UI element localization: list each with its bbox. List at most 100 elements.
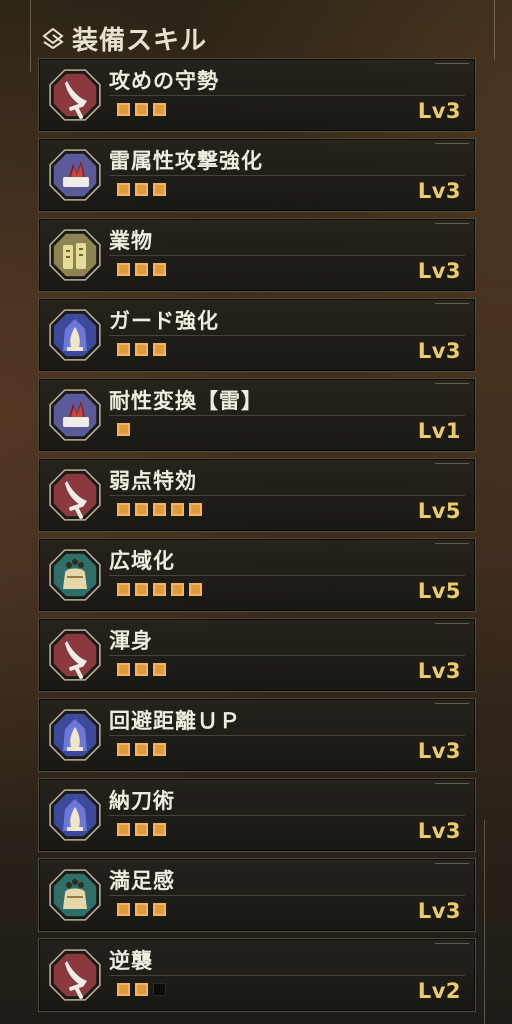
frame-line-right [494,0,495,60]
level-pip-filled [135,743,148,756]
row-frame-decoration [435,303,469,312]
level-pip-filled [135,343,148,356]
item-bag-icon [49,869,101,921]
skill-level-label: Lv1 [417,419,461,443]
skill-level-pips [117,183,166,196]
row-frame-decoration [435,143,469,152]
skill-row[interactable]: ガード強化 Lv3 [38,298,476,372]
level-pip-filled [153,903,166,916]
skill-level-label: Lv5 [417,579,461,603]
level-pip-filled [117,183,130,196]
level-pip-filled [117,343,130,356]
level-pip-filled [135,983,148,996]
skill-level-label: Lv5 [417,499,461,523]
skill-name: 満足感 [109,869,175,893]
skill-level-label: Lv3 [417,99,461,123]
skill-level-label: Lv3 [417,179,461,203]
skill-level-label: Lv2 [417,979,461,1003]
skill-level-label: Lv3 [417,659,461,683]
skill-level-pips [117,503,202,516]
level-pip-filled [153,663,166,676]
guard-icon [49,789,101,841]
level-pip-filled [189,583,202,596]
skill-level-label: Lv3 [417,819,461,843]
skill-name: 攻めの守勢 [109,69,219,93]
level-pip-filled [117,823,130,836]
skill-row[interactable]: 渾身 Lv3 [38,618,476,692]
skill-name: 雷属性攻撃強化 [109,149,263,173]
level-pip-filled [171,503,184,516]
level-pip-filled [117,423,130,436]
level-pip-filled [135,183,148,196]
level-pip-filled [153,183,166,196]
skill-name: 耐性変換【雷】 [109,389,263,413]
level-pip-empty [153,983,166,996]
skill-name: ガード強化 [109,309,219,333]
level-pip-filled [135,823,148,836]
panel-title: 装備スキル [72,25,208,56]
level-pip-filled [117,503,130,516]
skill-row[interactable]: 耐性変換【雷】 Lv1 [38,378,476,452]
skill-row[interactable]: 逆襲 Lv2 [38,938,476,1012]
skill-name: 弱点特効 [109,469,197,493]
level-pip-filled [153,343,166,356]
skill-level-pips [117,423,130,436]
skill-level-pips [117,663,166,676]
level-pip-filled [153,503,166,516]
row-frame-decoration [435,383,469,392]
row-frame-decoration [435,943,469,952]
level-pip-filled [135,503,148,516]
skill-row[interactable]: 弱点特効 Lv5 [38,458,476,532]
thunder-element-icon [49,389,101,441]
skill-row[interactable]: 業物 Lv3 [38,218,476,292]
row-frame-decoration [435,543,469,552]
skill-level-label: Lv3 [417,259,461,283]
whetstone-icon [49,229,101,281]
skill-name: 逆襲 [109,949,153,973]
skill-name: 回避距離ＵＰ [109,709,241,733]
level-pip-filled [117,263,130,276]
level-pip-filled [135,263,148,276]
skill-row[interactable]: 雷属性攻撃強化 Lv3 [38,138,476,212]
level-pip-filled [117,743,130,756]
skill-name: 渾身 [109,629,153,653]
level-pip-filled [153,263,166,276]
level-pip-filled [117,983,130,996]
frame-line-left [30,0,31,72]
skill-name: 業物 [109,229,153,253]
level-pip-filled [135,103,148,116]
level-pip-filled [135,903,148,916]
skill-level-pips [117,903,166,916]
skill-level-pips [117,583,202,596]
skill-row[interactable]: 納刀術 Lv3 [38,778,476,852]
row-frame-decoration [435,863,469,872]
sword-icon [49,469,101,521]
skill-level-pips [117,743,166,756]
skill-name: 広域化 [109,549,175,573]
level-pip-filled [117,903,130,916]
panel-header: 装備スキル [42,18,207,58]
level-pip-filled [189,503,202,516]
level-pip-filled [153,103,166,116]
thunder-element-icon [49,149,101,201]
skill-level-pips [117,263,166,276]
level-pip-filled [117,103,130,116]
skill-level-pips [117,103,166,116]
level-pip-filled [135,663,148,676]
level-pip-filled [171,583,184,596]
skill-row[interactable]: 満足感 Lv3 [38,858,476,932]
level-pip-filled [135,583,148,596]
skill-row[interactable]: 広域化 Lv5 [38,538,476,612]
skill-row[interactable]: 回避距離ＵＰ Lv3 [38,698,476,772]
level-pip-filled [153,743,166,756]
row-frame-decoration [435,63,469,72]
guard-icon [49,309,101,361]
skill-level-label: Lv3 [417,339,461,363]
row-frame-decoration [435,223,469,232]
guard-icon [49,709,101,761]
frame-line-right-lower [484,820,485,1024]
skill-diamond-icon [42,27,64,49]
level-pip-filled [117,663,130,676]
level-pip-filled [153,583,166,596]
skill-row[interactable]: 攻めの守勢 Lv3 [38,58,476,132]
